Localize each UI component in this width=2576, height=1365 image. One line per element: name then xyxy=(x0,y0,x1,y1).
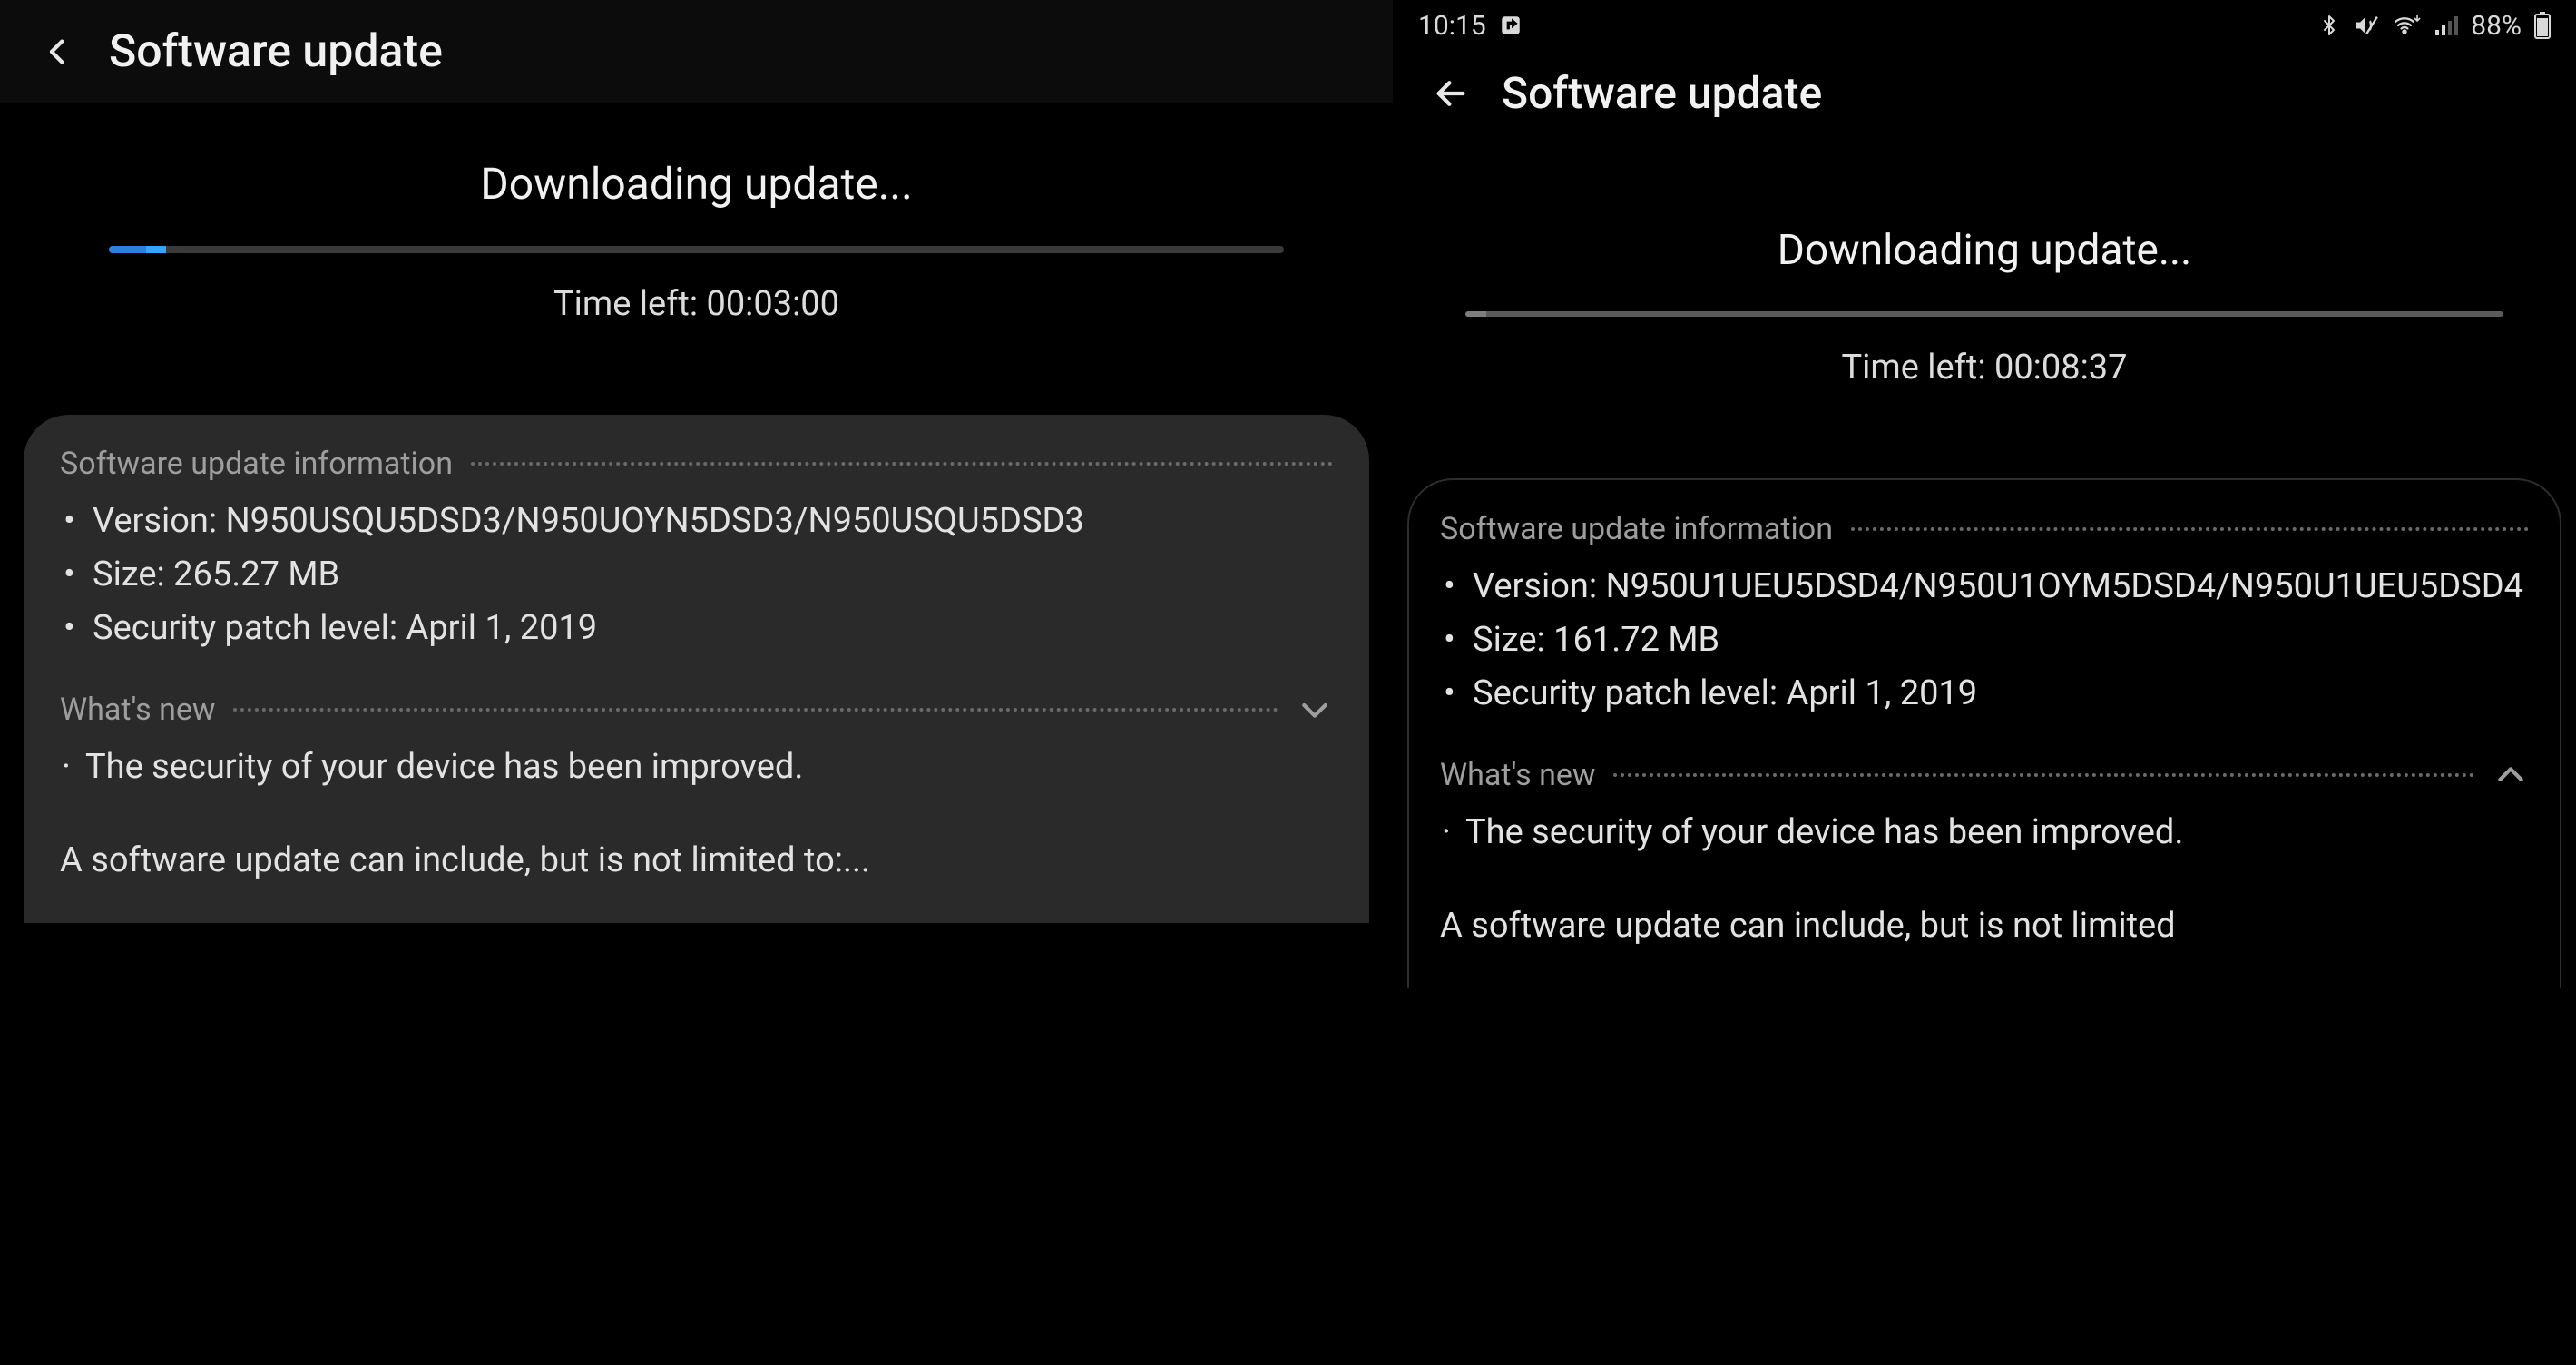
info-list: • VersionN950USQU5DSD3/N950UOYN5DSD3/N95… xyxy=(60,495,1333,655)
chevron-up-icon xyxy=(2493,757,2529,793)
progress-bar xyxy=(109,246,1284,253)
whatsnew-body: · The security of your device has been i… xyxy=(60,741,1333,888)
info-row-patch: • Security patch levelApril 1, 2019 xyxy=(60,602,1333,655)
info-header-label: Software update information xyxy=(60,446,453,482)
progress-head xyxy=(146,246,166,253)
appbar: Software update xyxy=(1393,51,2576,144)
size-value: 161.72 MB xyxy=(1553,620,1719,660)
version-label: Version xyxy=(1473,566,1606,606)
info-row-size: • Size265.27 MB xyxy=(60,548,1333,602)
whatsnew-header-row[interactable]: What's new xyxy=(60,692,1333,728)
divider-dots xyxy=(1613,773,2474,777)
info-header-label: Software update information xyxy=(1440,511,1833,547)
info-list: • VersionN950U1UEU5DSD4/N950U1OYM5DSD4/N… xyxy=(1440,560,2529,721)
back-button[interactable] xyxy=(1425,68,1476,119)
time-left-value: 00:08:37 xyxy=(1994,348,2128,388)
whatsnew-header-label: What's new xyxy=(1440,757,1595,793)
whatsnew-header-row[interactable]: What's new xyxy=(1440,757,2529,793)
whatsnew-extra: A software update can include, but is no… xyxy=(1440,899,2529,953)
appbar-title: Software update xyxy=(1502,67,1822,119)
wifi-icon xyxy=(2391,15,2422,36)
divider-dots xyxy=(1851,527,2529,531)
whatsnew-line: The security of your device has been imp… xyxy=(1465,806,2183,859)
whatsnew-body: · The security of your device has been i… xyxy=(1440,806,2529,953)
signal-icon xyxy=(2434,15,2458,35)
patch-value: April 1, 2019 xyxy=(406,608,598,648)
info-card: Software update information • VersionN95… xyxy=(24,415,1369,923)
whatsnew-line: The security of your device has been imp… xyxy=(85,741,803,794)
progress-fill xyxy=(1465,311,1486,317)
version-value: N950USQU5DSD3/N950UOYN5DSD3/N950USQU5DSD… xyxy=(226,501,1084,541)
size-value: 265.27 MB xyxy=(173,555,339,594)
divider-dots xyxy=(233,708,1278,712)
download-title: Downloading update... xyxy=(54,158,1338,210)
mute-icon xyxy=(2353,13,2378,38)
time-left: Time left: 00:08:37 xyxy=(1447,348,2522,388)
chevron-down-icon xyxy=(1297,692,1333,728)
info-row-version: • VersionN950USQU5DSD3/N950UOYN5DSD3/N95… xyxy=(60,495,1333,548)
chevron-left-icon xyxy=(43,30,73,74)
phone-right: 10:15 88% xyxy=(1393,0,2576,1365)
download-title: Downloading update... xyxy=(1447,226,2522,275)
time-left-value: 00:03:00 xyxy=(706,284,839,324)
battery-icon xyxy=(2534,12,2551,39)
divider-dots xyxy=(471,462,1333,466)
size-label: Size xyxy=(1473,620,1553,660)
info-row-size: • Size161.72 MB xyxy=(1440,614,2529,667)
status-bar: 10:15 88% xyxy=(1393,0,2576,51)
patch-label: Security patch level xyxy=(93,608,406,648)
version-label: Version xyxy=(93,501,226,541)
download-section: Downloading update... Time left: 00:08:3… xyxy=(1393,144,2576,424)
size-label: Size xyxy=(93,555,173,594)
appbar-title: Software update xyxy=(109,25,443,78)
battery-pct: 88% xyxy=(2471,10,2522,42)
patch-value: April 1, 2019 xyxy=(1787,673,1978,713)
download-section: Downloading update... Time left: 00:03:0… xyxy=(0,103,1393,360)
whatsnew-extra: A software update can include, but is no… xyxy=(60,834,1333,888)
bluetooth-icon xyxy=(2318,13,2340,38)
patch-label: Security patch level xyxy=(1473,673,1787,713)
phone-left: Software update Downloading update... Ti… xyxy=(0,0,1393,1365)
back-button[interactable] xyxy=(33,26,83,77)
progress-bar xyxy=(1465,311,2503,317)
info-row-version: • VersionN950U1UEU5DSD4/N950U1OYM5DSD4/N… xyxy=(1440,560,2529,614)
whatsnew-header-label: What's new xyxy=(60,692,215,728)
arrow-left-icon xyxy=(1433,75,1469,112)
time-left: Time left: 00:03:00 xyxy=(54,284,1338,324)
info-header: Software update information xyxy=(1440,511,2529,547)
info-header: Software update information xyxy=(60,446,1333,482)
call-forward-icon xyxy=(1499,14,1523,37)
status-time: 10:15 xyxy=(1418,10,1486,42)
time-left-label: Time left: xyxy=(553,284,706,324)
info-row-patch: • Security patch levelApril 1, 2019 xyxy=(1440,667,2529,721)
info-card: Software update information • VersionN95… xyxy=(1407,478,2561,988)
time-left-label: Time left: xyxy=(1841,348,1993,388)
version-value: N950U1UEU5DSD4/N950U1OYM5DSD4/N950U1UEU5… xyxy=(1606,566,2523,606)
appbar: Software update xyxy=(0,0,1393,103)
